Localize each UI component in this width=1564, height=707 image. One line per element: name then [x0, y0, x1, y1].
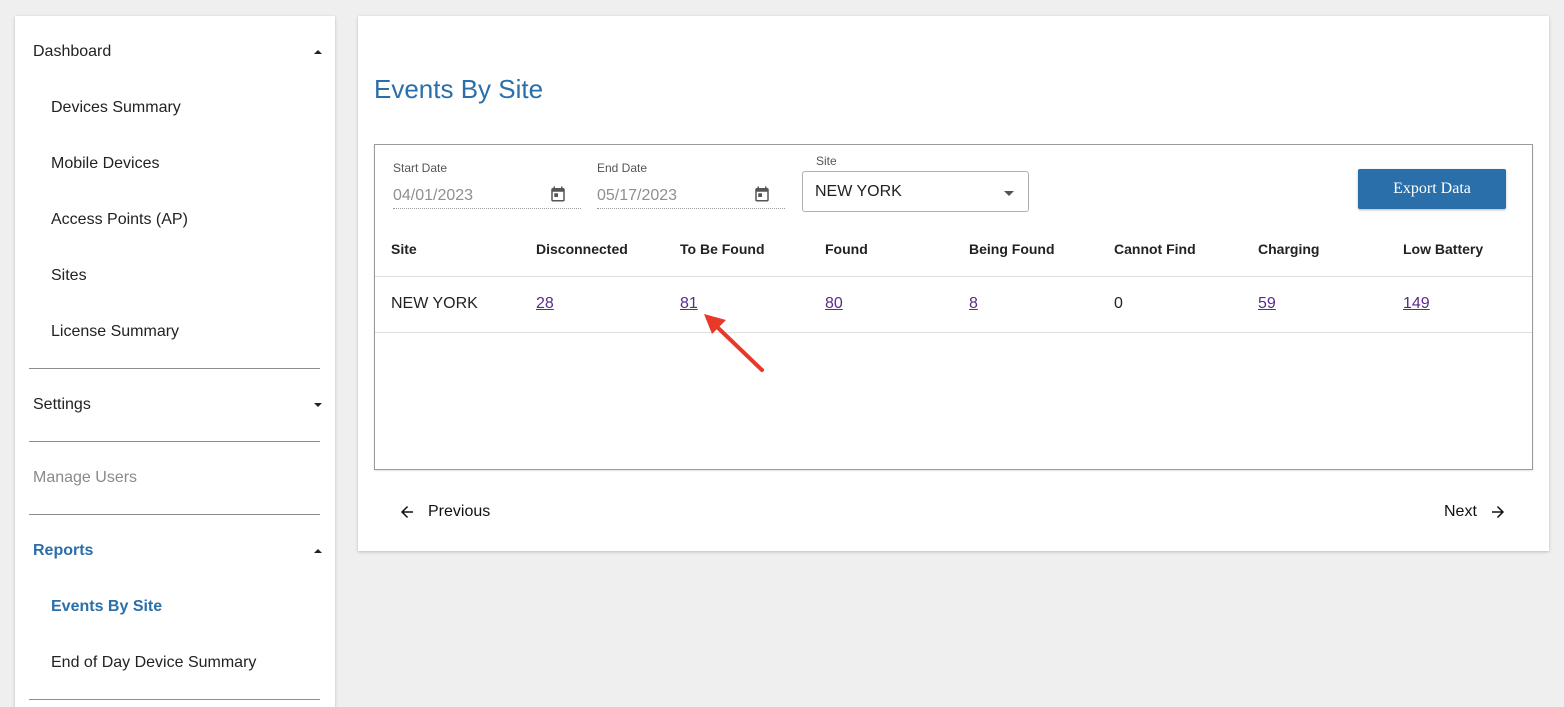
sidebar-item-license-summary[interactable]: License Summary: [51, 318, 179, 346]
main-card: Events By Site Start Date 04/01/2023 End…: [358, 16, 1549, 551]
caret-up-icon: [314, 50, 322, 54]
cell-low-battery-link[interactable]: 149: [1403, 295, 1430, 313]
site-select-value: NEW YORK: [815, 183, 902, 200]
column-header-cannot-find: Cannot Find: [1114, 241, 1196, 257]
sidebar-item-sites[interactable]: Sites: [51, 262, 87, 290]
cell-site: NEW YORK: [391, 295, 478, 312]
previous-label: Previous: [428, 503, 491, 520]
start-date-field[interactable]: Start Date 04/01/2023: [393, 161, 581, 211]
sidebar-item-access-points[interactable]: Access Points (AP): [51, 206, 188, 234]
column-header-to-be-found: To Be Found: [680, 241, 765, 257]
start-date-label: Start Date: [393, 161, 448, 175]
end-date-field[interactable]: End Date 05/17/2023: [597, 161, 785, 211]
table-row-divider: [375, 276, 1532, 277]
site-select[interactable]: NEW YORK: [802, 171, 1029, 212]
caret-down-icon: [314, 403, 322, 407]
divider: [29, 441, 320, 442]
end-date-input[interactable]: 05/17/2023: [597, 179, 785, 209]
table-row-divider: [375, 332, 1532, 333]
previous-button[interactable]: Previous: [398, 503, 490, 521]
site-select-label: Site: [816, 154, 837, 168]
sidebar-item-end-of-day-device-summary[interactable]: End of Day Device Summary: [51, 649, 256, 677]
column-header-charging: Charging: [1258, 241, 1320, 257]
page-title: Events By Site: [374, 74, 544, 104]
cell-found-link[interactable]: 80: [825, 295, 843, 313]
divider: [29, 699, 320, 700]
arrow-right-icon: [1491, 506, 1504, 518]
start-date-input[interactable]: 04/01/2023: [393, 179, 581, 209]
cell-charging-link[interactable]: 59: [1258, 295, 1276, 313]
sidebar-item-mobile-devices[interactable]: Mobile Devices: [51, 150, 159, 178]
next-button[interactable]: Next: [1444, 503, 1507, 521]
sidebar-item-events-by-site[interactable]: Events By Site: [51, 593, 162, 621]
nav-manage-users-label: Manage Users: [33, 469, 138, 486]
report-panel: Start Date 04/01/2023 End Date 05/17/202…: [374, 144, 1533, 470]
sidebar-item-devices-summary[interactable]: Devices Summary: [51, 94, 181, 122]
column-header-disconnected: Disconnected: [536, 241, 628, 257]
nav-reports[interactable]: Reports: [33, 536, 327, 566]
nav-reports-label: Reports: [33, 542, 94, 559]
divider: [29, 514, 320, 515]
column-header-found: Found: [825, 241, 868, 257]
nav-settings[interactable]: Settings: [33, 390, 327, 420]
caret-up-icon: [314, 549, 322, 553]
column-header-low-battery: Low Battery: [1403, 241, 1484, 257]
cell-disconnected-link[interactable]: 28: [536, 295, 554, 313]
end-date-label: End Date: [597, 161, 648, 175]
nav-manage-users[interactable]: Manage Users: [33, 463, 327, 493]
divider: [29, 368, 320, 369]
next-label: Next: [1444, 503, 1477, 520]
arrow-left-icon: [401, 506, 413, 518]
end-date-value: 05/17/2023: [597, 187, 678, 204]
sidebar: Dashboard Devices Summary Mobile Devices…: [15, 16, 335, 707]
cell-cannot-find: 0: [1114, 295, 1123, 312]
column-header-being-found: Being Found: [969, 241, 1055, 257]
cell-to-be-found-link[interactable]: 81: [680, 295, 698, 313]
column-header-site: Site: [391, 241, 417, 257]
calendar-icon[interactable]: [549, 185, 567, 203]
start-date-value: 04/01/2023: [393, 187, 474, 204]
calendar-icon[interactable]: [753, 185, 771, 203]
nav-dashboard[interactable]: Dashboard: [33, 37, 327, 67]
export-data-button[interactable]: Export Data: [1358, 169, 1506, 209]
dropdown-arrow-icon: [1004, 191, 1014, 196]
cell-being-found-link[interactable]: 8: [969, 295, 978, 313]
nav-settings-label: Settings: [33, 396, 91, 413]
nav-dashboard-label: Dashboard: [33, 43, 112, 60]
